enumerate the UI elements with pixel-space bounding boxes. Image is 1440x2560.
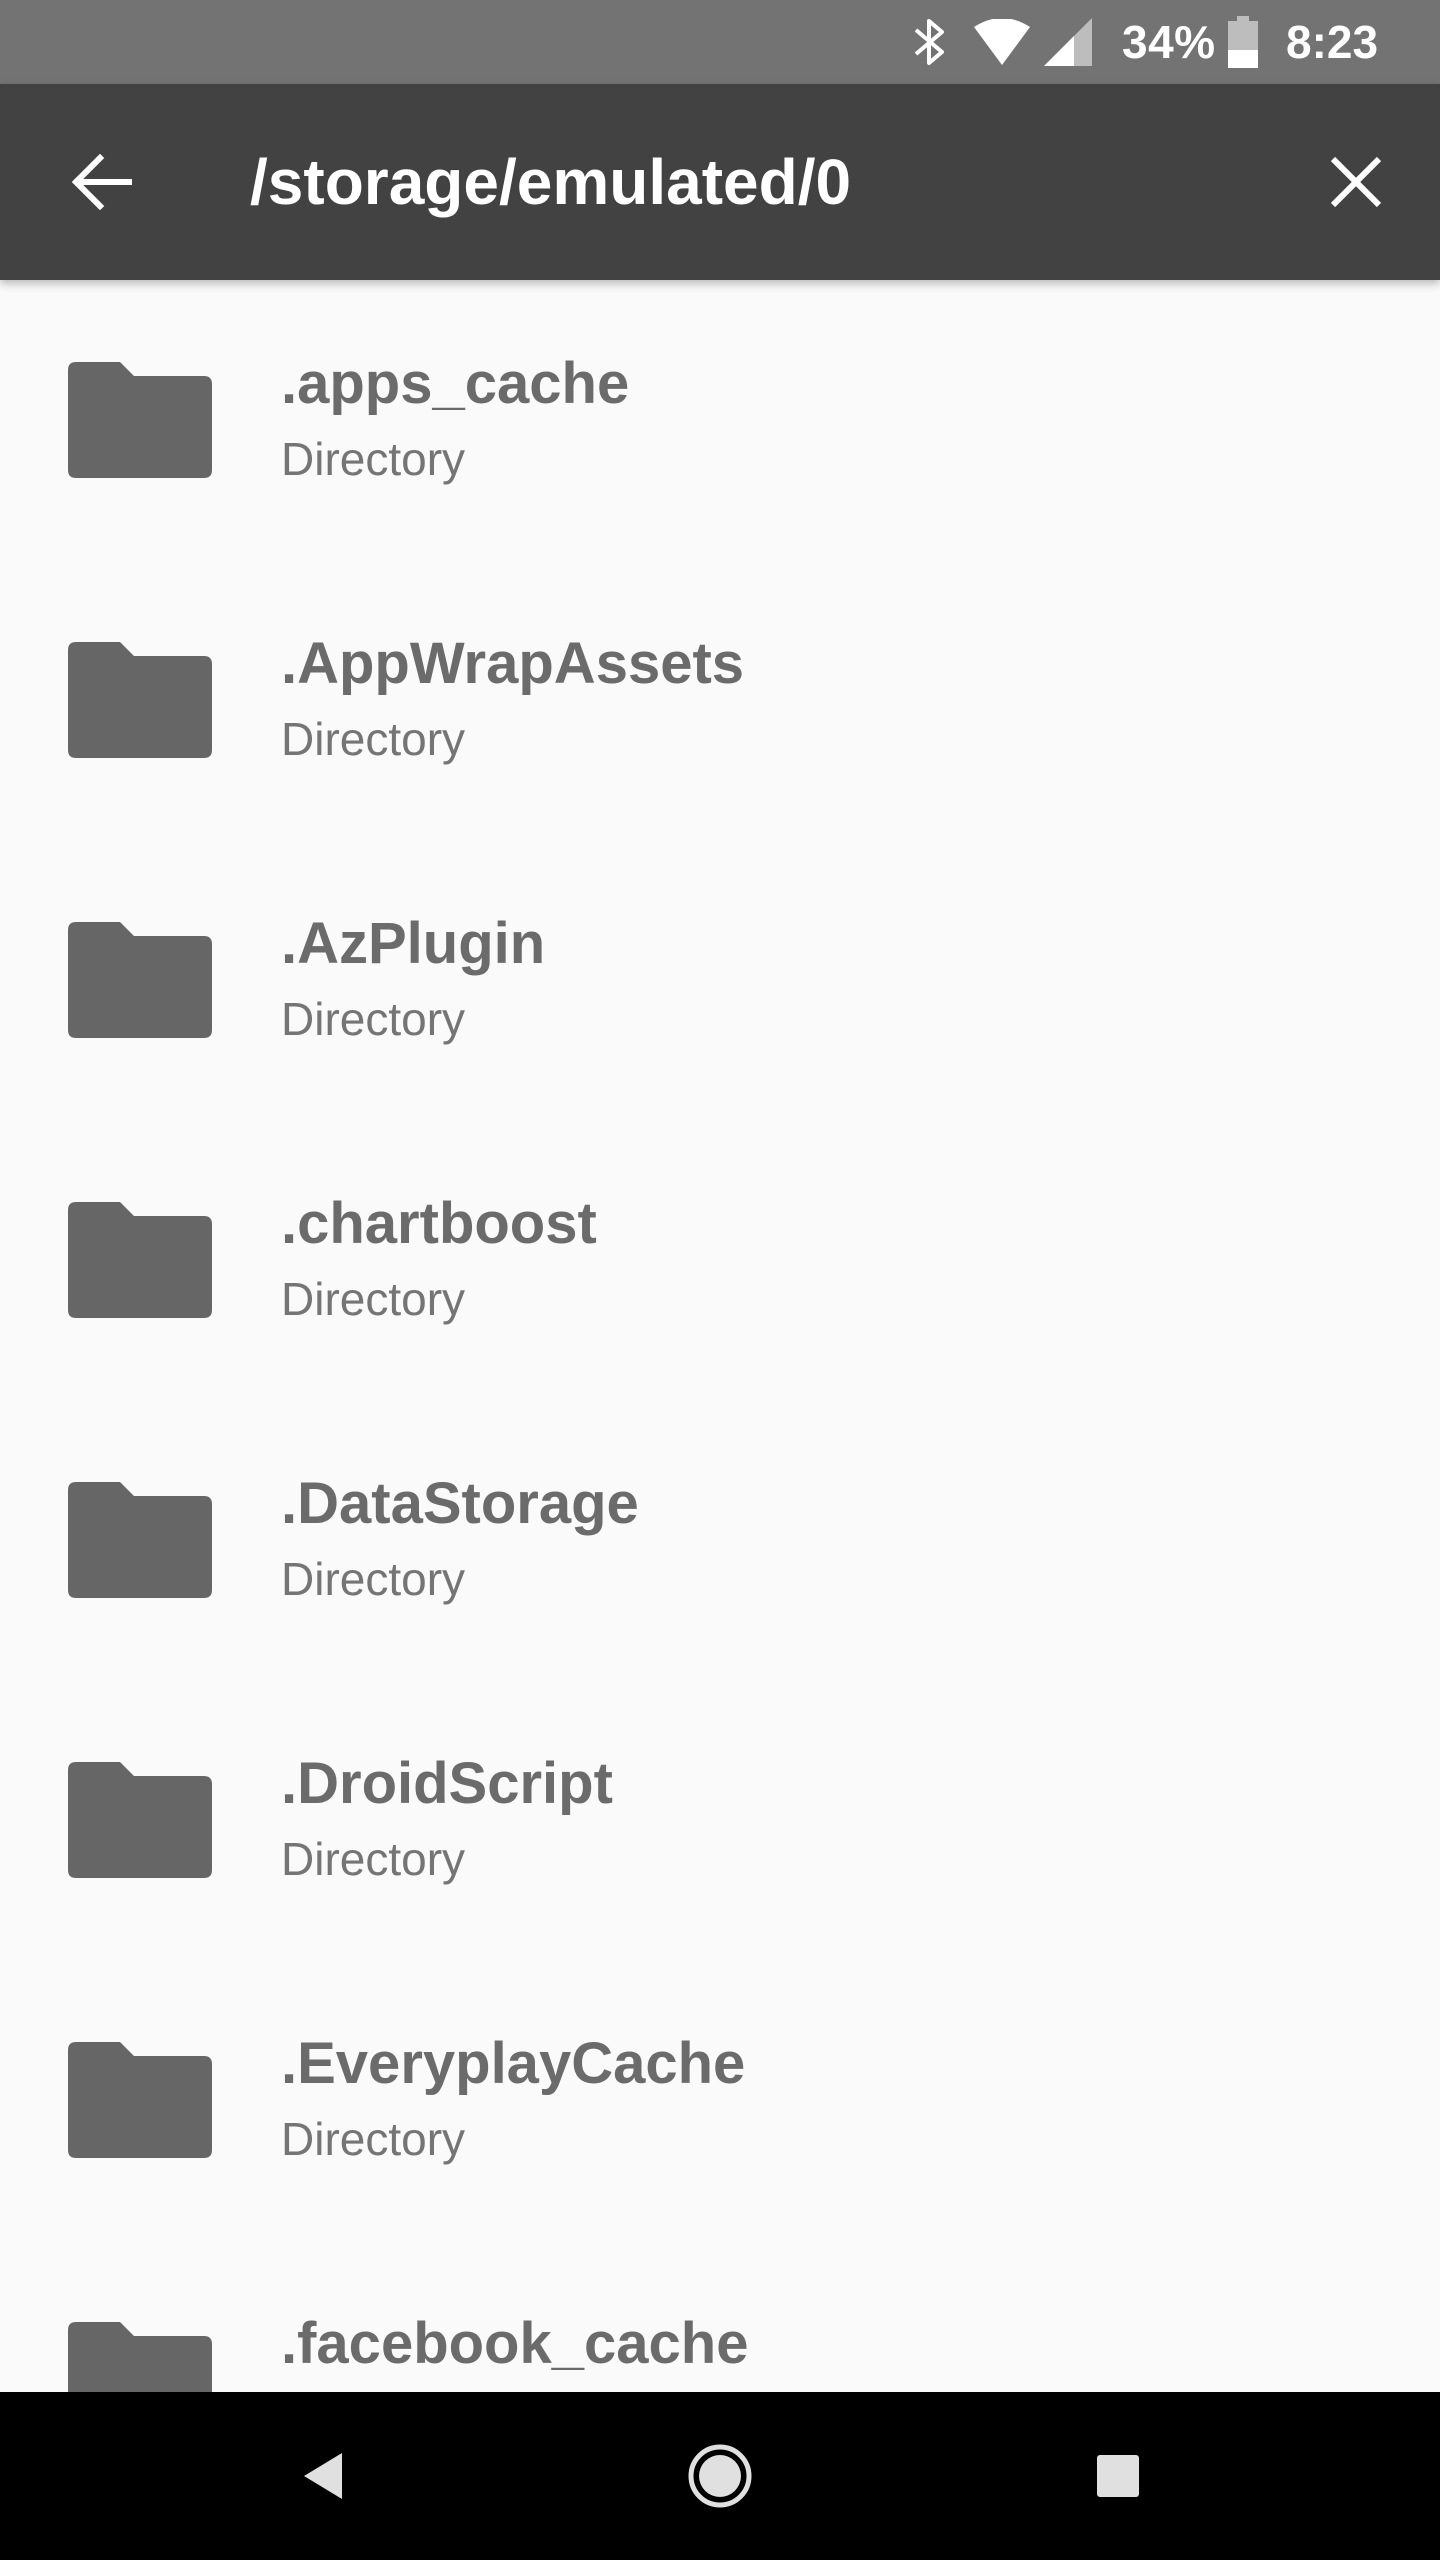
close-icon[interactable] bbox=[1310, 136, 1402, 228]
list-item[interactable]: .facebook_cache Directory bbox=[0, 2240, 1440, 2392]
list-item[interactable]: .DroidScript Directory bbox=[0, 1680, 1440, 1960]
folder-icon bbox=[68, 1762, 212, 1878]
file-list: .apps_cache Directory .AppWrapAssets Dir… bbox=[0, 280, 1440, 2392]
folder-icon bbox=[68, 1482, 212, 1598]
nav-home-icon[interactable] bbox=[670, 2426, 770, 2526]
battery-percent: 34% bbox=[1122, 16, 1216, 68]
app-toolbar: /storage/emulated/0 bbox=[0, 84, 1440, 280]
folder-icon bbox=[68, 2042, 212, 2158]
item-name: .DroidScript bbox=[281, 1751, 613, 1816]
item-type: Directory bbox=[281, 433, 466, 485]
current-path-title: /storage/emulated/0 bbox=[250, 146, 852, 218]
folder-icon bbox=[68, 642, 212, 758]
item-type: Directory bbox=[281, 1833, 466, 1885]
item-type: Directory bbox=[281, 713, 466, 765]
item-name: .apps_cache bbox=[281, 351, 630, 416]
status-bar: 34% 8:23 bbox=[0, 0, 1440, 84]
item-name: .AzPlugin bbox=[281, 911, 546, 976]
list-item[interactable]: .chartboost Directory bbox=[0, 1120, 1440, 1400]
folder-icon bbox=[68, 362, 212, 478]
item-name: .AppWrapAssets bbox=[281, 631, 745, 696]
item-name: .facebook_cache bbox=[281, 2311, 749, 2376]
item-type: Directory bbox=[281, 2113, 466, 2165]
item-type: Directory bbox=[281, 993, 466, 1045]
status-time: 8:23 bbox=[1286, 16, 1379, 68]
list-item[interactable]: .DataStorage Directory bbox=[0, 1400, 1440, 1680]
system-nav-bar bbox=[0, 2392, 1440, 2560]
wifi-icon bbox=[974, 0, 1030, 84]
list-item[interactable]: .apps_cache Directory bbox=[0, 280, 1440, 560]
item-name: .DataStorage bbox=[281, 1471, 639, 1536]
folder-icon bbox=[68, 1202, 212, 1318]
nav-recents-icon[interactable] bbox=[1068, 2426, 1168, 2526]
battery-icon bbox=[1228, 0, 1258, 84]
cell-signal-icon bbox=[1044, 0, 1092, 84]
list-item[interactable]: .EveryplayCache Directory bbox=[0, 1960, 1440, 2240]
bluetooth-icon bbox=[912, 0, 952, 84]
list-item[interactable]: .AzPlugin Directory bbox=[0, 840, 1440, 1120]
item-type: Directory bbox=[281, 1273, 466, 1325]
nav-back-icon[interactable] bbox=[272, 2426, 372, 2526]
folder-icon bbox=[68, 2322, 212, 2392]
list-item[interactable]: .AppWrapAssets Directory bbox=[0, 560, 1440, 840]
arrow-back-icon[interactable] bbox=[56, 136, 148, 228]
item-name: .EveryplayCache bbox=[281, 2031, 746, 2096]
item-type: Directory bbox=[281, 1553, 466, 1605]
folder-icon bbox=[68, 922, 212, 1038]
item-name: .chartboost bbox=[281, 1191, 597, 1256]
